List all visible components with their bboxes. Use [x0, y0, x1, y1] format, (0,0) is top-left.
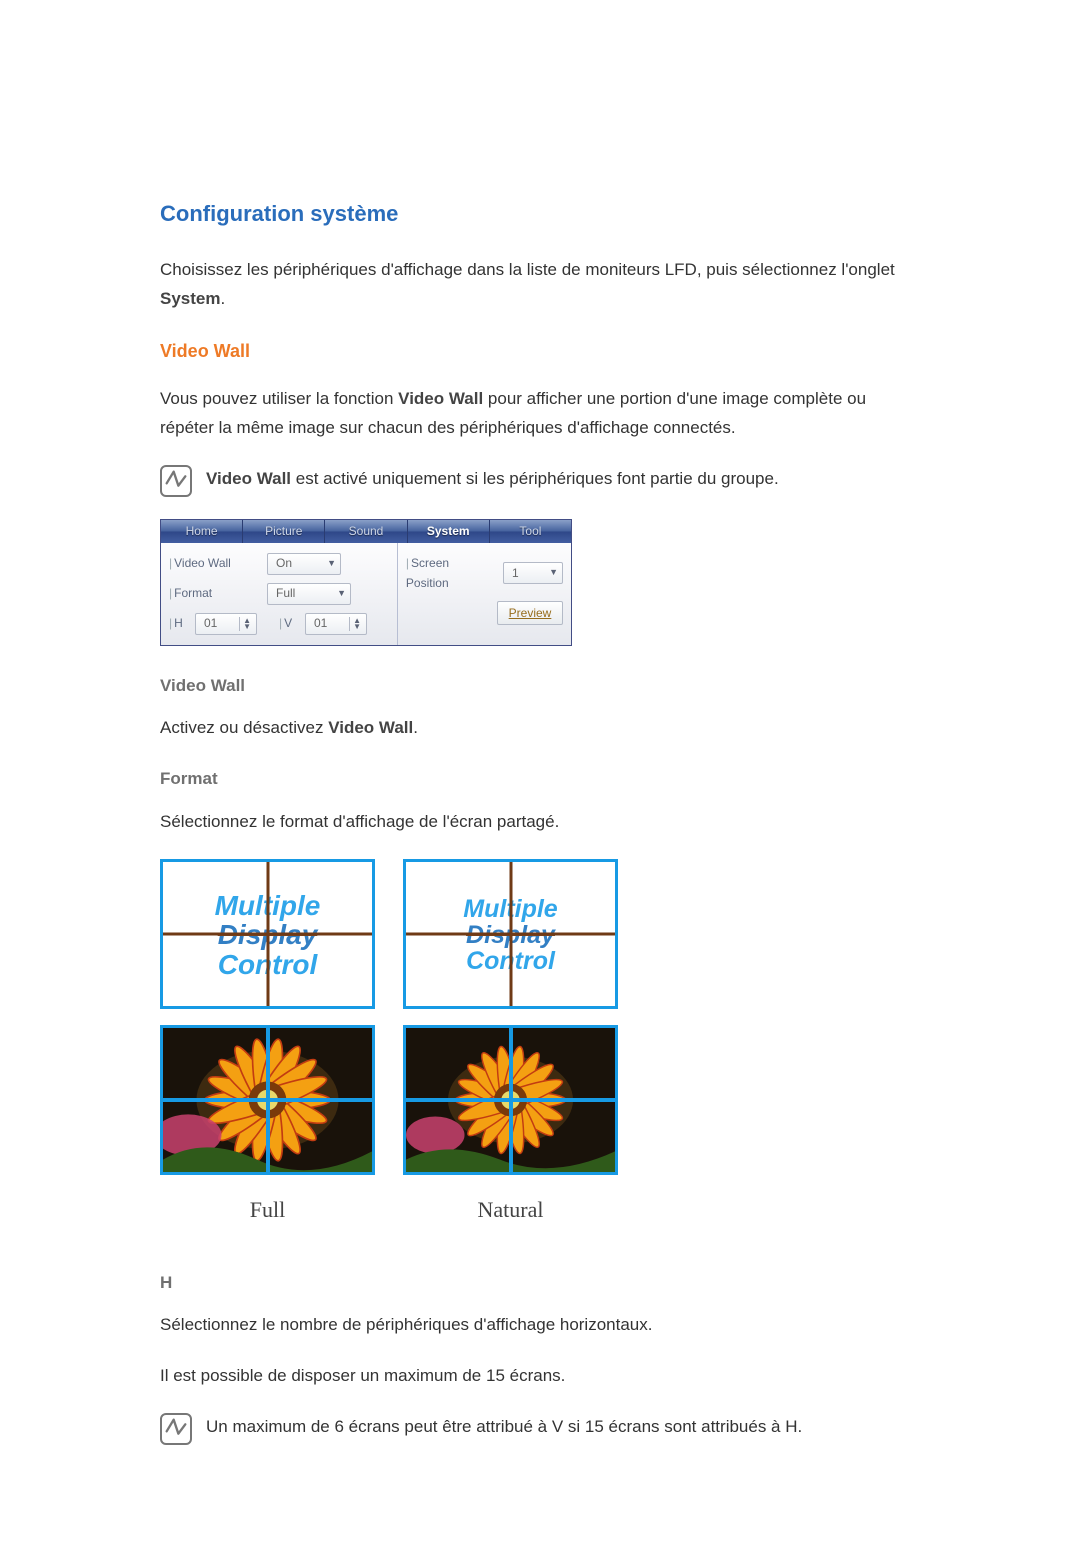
- format-examples: Multiple Display Control Multiple Displa…: [160, 859, 920, 1228]
- label-h: |H: [169, 613, 187, 633]
- section-title: Configuration système: [160, 195, 920, 232]
- text: Choisissez les périphériques d'affichage…: [160, 260, 895, 279]
- label-format: |Format: [169, 583, 229, 603]
- spinner-arrows-icon: ▲▼: [239, 617, 254, 631]
- tab-sound[interactable]: Sound: [325, 520, 407, 543]
- text: .: [413, 718, 418, 737]
- system-text: System: [160, 289, 220, 308]
- format-heading: Format: [160, 765, 920, 794]
- dropdown-value: 1: [512, 563, 519, 583]
- dropdown-value: On: [276, 553, 292, 573]
- text: .: [220, 289, 225, 308]
- format-full-text-tile: Multiple Display Control: [160, 859, 375, 1009]
- text: Activez ou désactivez: [160, 718, 328, 737]
- note-row: Video Wall est activé uniquement si les …: [160, 465, 920, 497]
- dropdown-video-wall[interactable]: On ▼: [267, 553, 341, 575]
- label-screen-position: |Screen Position: [406, 553, 495, 594]
- h-desc: Sélectionnez le nombre de périphériques …: [160, 1311, 920, 1340]
- text: Un maximum de 6 écrans peut être attribu…: [206, 1413, 920, 1442]
- spinner-value: 01: [204, 613, 217, 633]
- h-max: Il est possible de disposer un maximum d…: [160, 1362, 920, 1391]
- note-icon: [160, 1413, 192, 1445]
- spinner-v[interactable]: 01 ▲▼: [305, 613, 367, 635]
- spinner-value: 01: [314, 613, 327, 633]
- system-panel: Home Picture Sound System Tool |Video Wa…: [160, 519, 572, 646]
- intro-paragraph: Choisissez les périphériques d'affichage…: [160, 256, 920, 314]
- tab-picture[interactable]: Picture: [243, 520, 325, 543]
- vw-onoff-desc: Activez ou désactivez Video Wall.: [160, 714, 920, 743]
- label-v: |V: [279, 613, 297, 633]
- chevron-down-icon: ▼: [337, 586, 346, 601]
- chevron-down-icon: ▼: [549, 565, 558, 580]
- video-wall-desc: Vous pouvez utiliser la fonction Video W…: [160, 385, 920, 443]
- text: Video Wall: [398, 389, 483, 408]
- text: Video Wall: [206, 469, 291, 488]
- tab-system[interactable]: System: [408, 520, 490, 543]
- caption-full: Full: [160, 1191, 375, 1228]
- text: est activé uniquement si les périphériqu…: [291, 469, 779, 488]
- preview-button[interactable]: Preview: [497, 601, 563, 625]
- format-natural-image-tile: [403, 1025, 618, 1175]
- panel-tabs: Home Picture Sound System Tool: [161, 520, 571, 543]
- format-desc: Sélectionnez le format d'affichage de l'…: [160, 808, 920, 837]
- note-row-2: Un maximum de 6 écrans peut être attribu…: [160, 1413, 920, 1445]
- caption-natural: Natural: [403, 1191, 618, 1228]
- text: Vous pouvez utiliser la fonction: [160, 389, 398, 408]
- spinner-h[interactable]: 01 ▲▼: [195, 613, 257, 635]
- dropdown-format[interactable]: Full ▼: [267, 583, 351, 605]
- format-natural-text-tile: Multiple Display Control: [403, 859, 618, 1009]
- video-wall-heading: Video Wall: [160, 336, 920, 367]
- dropdown-value: Full: [276, 583, 295, 603]
- tab-tool[interactable]: Tool: [490, 520, 571, 543]
- dropdown-screen-position[interactable]: 1 ▼: [503, 562, 563, 584]
- chevron-down-icon: ▼: [327, 556, 336, 571]
- label-video-wall: |Video Wall: [169, 553, 259, 573]
- h-heading: H: [160, 1269, 920, 1298]
- format-full-image-tile: [160, 1025, 375, 1175]
- note-icon: [160, 465, 192, 497]
- spinner-arrows-icon: ▲▼: [349, 617, 364, 631]
- vw-onoff-heading: Video Wall: [160, 672, 920, 701]
- tab-home[interactable]: Home: [161, 520, 243, 543]
- text: Video Wall: [328, 718, 413, 737]
